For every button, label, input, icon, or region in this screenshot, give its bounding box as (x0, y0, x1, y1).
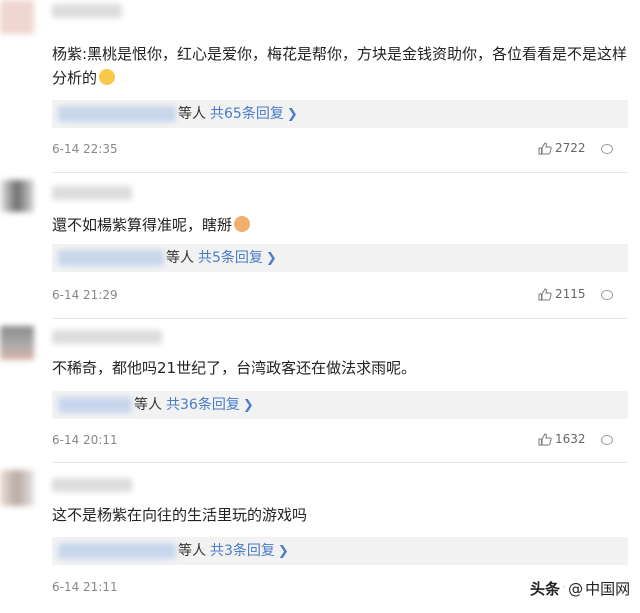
like-button[interactable]: 2115 (538, 287, 586, 301)
comment-item: 還不如楊紫算得准呢，瞎掰 等人 共5条回复 ❯ 6-14 21:29 2115 (0, 180, 640, 320)
timestamp: 6-14 21:29 (52, 288, 118, 302)
chevron-right-icon: ❯ (265, 251, 277, 266)
replier-names (58, 250, 164, 266)
thumbs-up-icon (538, 287, 552, 300)
watermark-at: @ (568, 579, 584, 598)
view-replies-link[interactable]: 等人 共65条回复 ❯ (178, 104, 298, 125)
divider (52, 172, 628, 173)
username[interactable] (52, 478, 132, 492)
comment-text: 这不是杨紫在向往的生活里玩的游戏吗 (52, 506, 308, 524)
username[interactable] (52, 186, 132, 200)
reply-summary[interactable]: 等人 共65条回复 ❯ (52, 100, 628, 128)
timestamp: 6-14 21:11 (52, 580, 118, 594)
reply-icon[interactable] (601, 435, 613, 445)
view-replies-link[interactable]: 等人 共5条回复 ❯ (166, 248, 277, 269)
thumbs-up-icon (538, 432, 552, 445)
avatar[interactable] (0, 0, 34, 34)
watermark: 头条 · @ 中国网 (530, 578, 630, 599)
reply-summary[interactable]: 等人 共3条回复 ❯ (52, 537, 628, 565)
timestamp: 6-14 22:35 (52, 142, 118, 156)
comment-text: 杨紫:黑桃是恨你，红心是爱你，梅花是帮你，方块是金钱资助你，各位看看是不是这样分… (52, 45, 628, 87)
replier-names (58, 106, 176, 122)
reply-icon[interactable] (601, 144, 613, 154)
reply-icon[interactable] (601, 290, 613, 300)
like-button[interactable]: 2722 (538, 141, 586, 155)
comment-item: 杨紫:黑桃是恨你，红心是爱你，梅花是帮你，方块是金钱资助你，各位看看是不是这样分… (0, 0, 640, 170)
like-count: 1632 (555, 432, 586, 446)
comment-item: 不稀奇，都他吗21世纪了，台湾政客还在做法求雨呢。 等人 共36条回复 ❯ 6-14… (0, 326, 640, 462)
username[interactable] (52, 330, 162, 344)
thumbs-up-icon (538, 141, 552, 154)
chevron-right-icon: ❯ (242, 398, 254, 413)
avatar[interactable] (0, 180, 34, 212)
cat-emoji-icon (234, 216, 251, 232)
avatar[interactable] (0, 326, 34, 360)
divider (52, 318, 628, 319)
like-button[interactable]: 1632 (538, 432, 586, 446)
watermark-overlap: · (562, 581, 567, 596)
reply-summary[interactable]: 等人 共36条回复 ❯ (52, 391, 628, 419)
divider (52, 462, 628, 463)
replier-names (58, 543, 176, 559)
like-count: 2722 (555, 141, 586, 155)
chevron-right-icon: ❯ (277, 544, 289, 559)
view-replies-link[interactable]: 等人 共3条回复 ❯ (178, 541, 289, 562)
username[interactable] (52, 4, 122, 18)
comment-text: 還不如楊紫算得准呢，瞎掰 (52, 213, 628, 237)
watermark-brand: 头条 (530, 580, 561, 598)
smile-emoji-icon (99, 69, 116, 85)
chevron-right-icon: ❯ (286, 107, 298, 122)
watermark-name: 中国网 (585, 580, 631, 598)
comment-text: 不稀奇，都他吗21世纪了，台湾政客还在做法求雨呢。 (52, 359, 417, 377)
view-replies-link[interactable]: 等人 共36条回复 ❯ (134, 395, 254, 416)
replier-names (58, 397, 132, 413)
reply-summary[interactable]: 等人 共5条回复 ❯ (52, 244, 628, 272)
timestamp: 6-14 20:11 (52, 433, 118, 447)
avatar[interactable] (0, 470, 34, 506)
like-count: 2115 (555, 287, 586, 301)
